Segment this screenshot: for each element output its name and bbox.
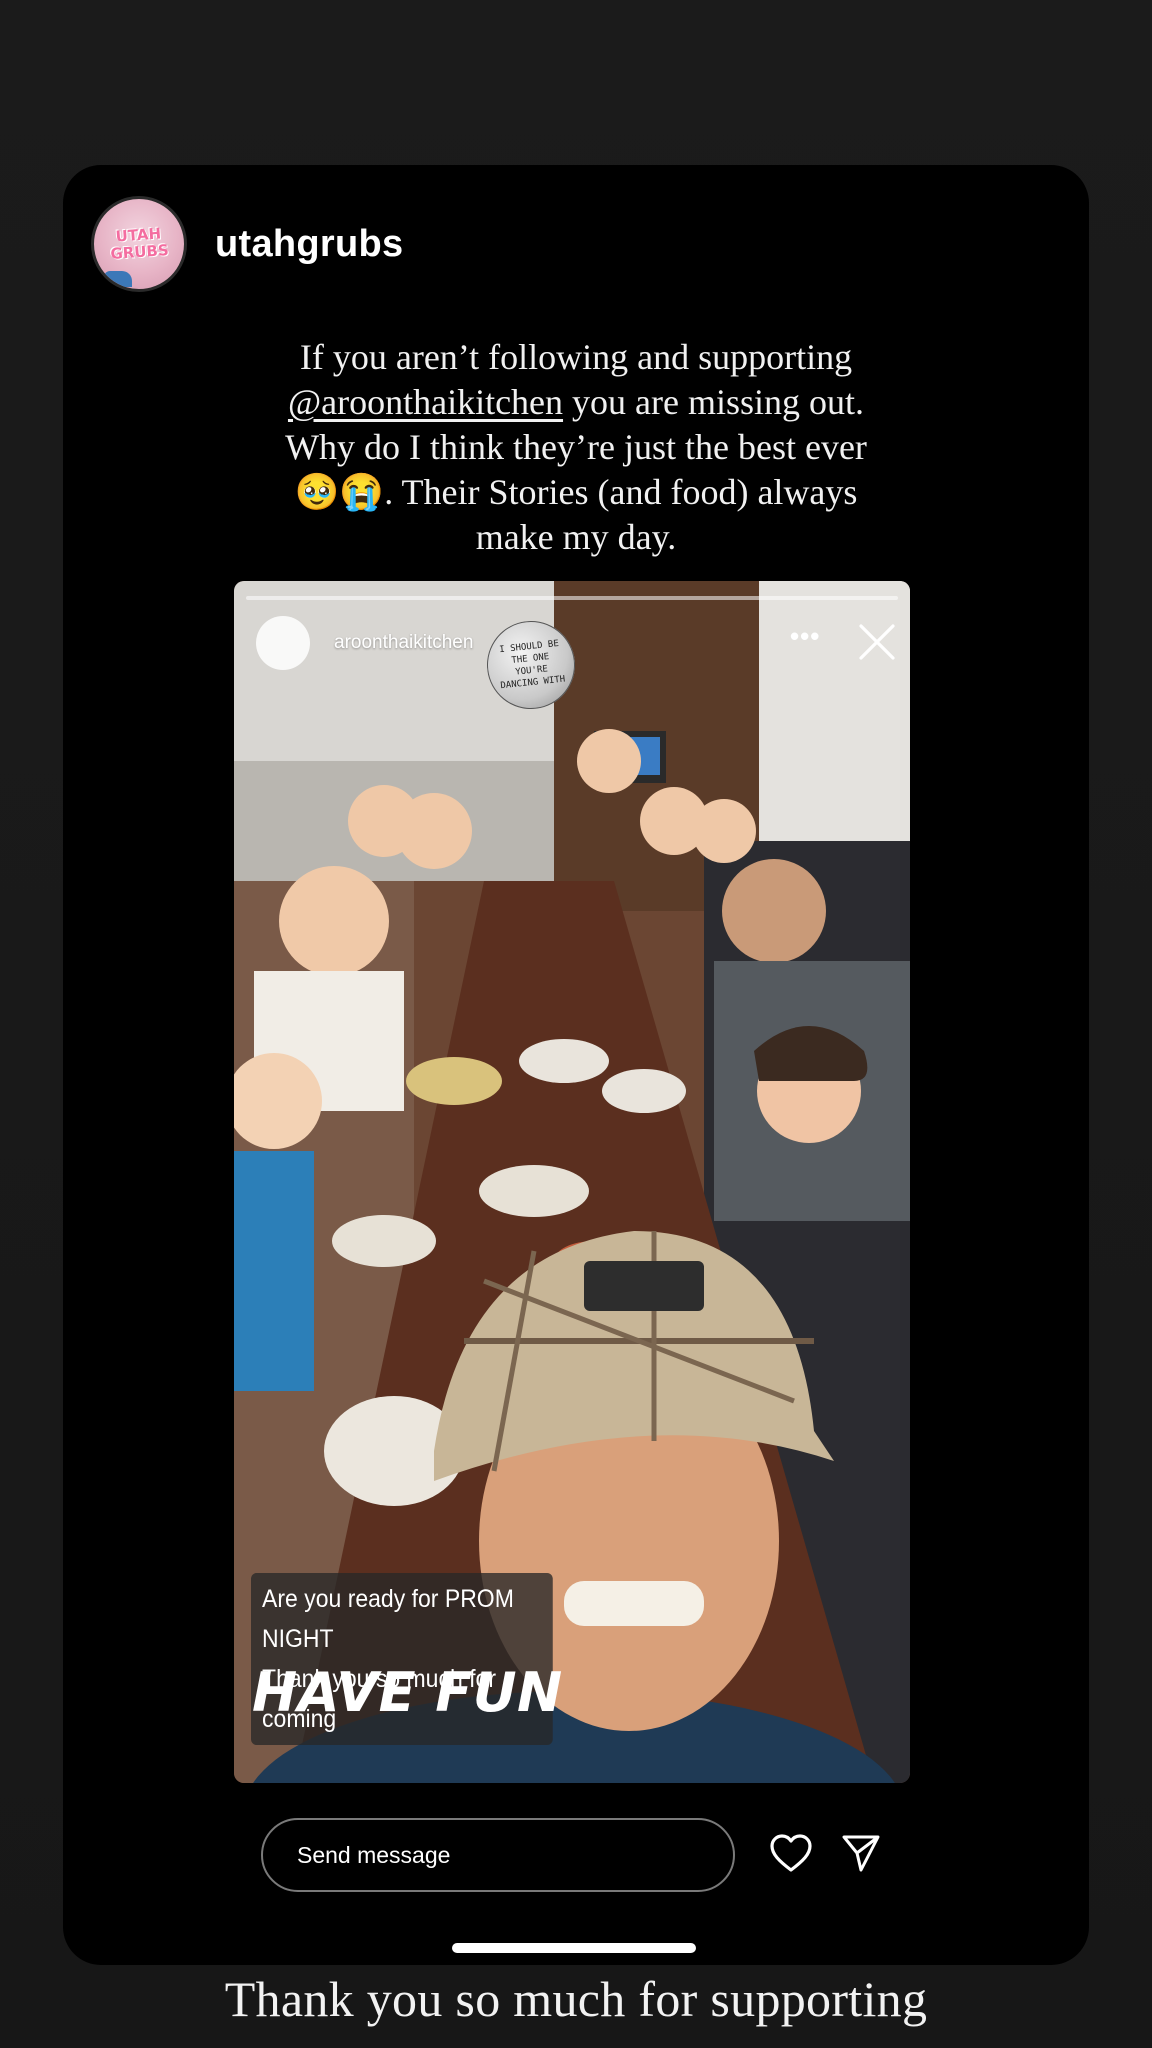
shared-story-username[interactable]: aroonthaikitchen [334, 632, 473, 654]
overlay-headline: HAVE FUN [252, 1661, 563, 1724]
shared-story-avatar[interactable] [256, 616, 310, 670]
story-username[interactable]: utahgrubs [215, 223, 403, 266]
shared-story-media[interactable]: aroonthaikitchen I SHOULD BE THE ONE YOU… [234, 581, 910, 1783]
next-story-caption: Thank you so much for supporting [224, 1971, 928, 2027]
story-card[interactable]: UTAH GRUBS utahgrubs If you aren’t follo… [63, 165, 1089, 1965]
avatar-logo: UTAH GRUBS [109, 224, 170, 263]
caption-line-4-text: . Their Stories (and food) always [384, 472, 858, 512]
story-progress-bar [246, 596, 898, 600]
shared-story-header: aroonthaikitchen [256, 616, 473, 670]
heart-icon[interactable] [769, 1833, 813, 1873]
avatar-hand-graphic [104, 271, 132, 287]
story-header: UTAH GRUBS utahgrubs [91, 194, 403, 294]
caption-line-5: make my day. [475, 517, 677, 557]
send-icon[interactable] [841, 1833, 881, 1873]
story-viewer: UTAH GRUBS utahgrubs If you aren’t follo… [0, 0, 1152, 2048]
send-message-input[interactable]: Send message [261, 1818, 735, 1892]
home-indicator [452, 1943, 696, 1953]
caption-emojis: 🥹😭 [294, 472, 385, 512]
caption-line-1: If you aren’t following and supporting [299, 337, 853, 377]
caption-line-4: 🥹😭. Their Stories (and food) always [193, 470, 959, 515]
more-icon[interactable]: ••• [790, 621, 820, 652]
reply-bar: Send message [261, 1815, 1001, 1895]
caption-line-2-text: you are missing out. [572, 382, 865, 422]
mention-link[interactable]: @aroonthaikitchen [288, 382, 563, 422]
caption-line-3: Why do I think they’re just the best eve… [285, 427, 867, 467]
overlay-line-1: Are you ready for PROM NIGHT [262, 1585, 514, 1653]
avatar[interactable]: UTAH GRUBS [91, 196, 187, 292]
close-icon[interactable] [858, 623, 896, 661]
story-caption: If you aren’t following and supporting @… [193, 335, 959, 560]
caption-line-2: @aroonthaikitchen you are missing out. [193, 380, 959, 425]
sticker-text: I SHOULD BE THE ONE YOU'RE DANCING WITH [498, 639, 566, 692]
